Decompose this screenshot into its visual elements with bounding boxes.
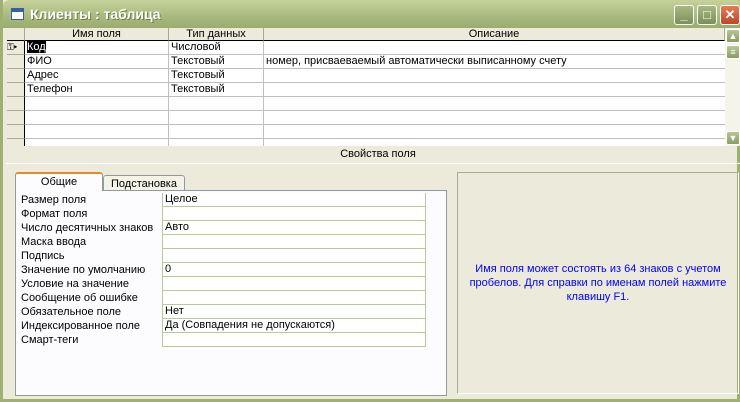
data-type-cell[interactable]: Числовой	[169, 41, 264, 54]
title-bar[interactable]: Клиенты : таблица _ □ ✕	[3, 0, 740, 28]
header-description[interactable]: Описание	[264, 28, 725, 41]
property-label: Значение по умолчанию	[21, 264, 146, 276]
row-selector[interactable]: ⚿▸	[7, 41, 25, 55]
divider	[6, 163, 740, 164]
field-name-cell[interactable]: ФИО	[25, 55, 169, 68]
header-selector	[7, 28, 25, 41]
description-cell[interactable]	[264, 69, 725, 82]
property-value[interactable]: Нет	[162, 305, 426, 319]
property-value[interactable]	[162, 277, 426, 291]
table-row[interactable]	[7, 97, 725, 111]
table-row[interactable]	[7, 111, 725, 125]
field-properties-title: Свойства поля	[340, 148, 416, 160]
scroll-thumb[interactable]: ≡	[726, 45, 740, 59]
row-selector[interactable]	[7, 69, 25, 83]
data-type-cell[interactable]	[169, 125, 264, 138]
field-name-text: ФИО	[27, 55, 52, 67]
property-label: Сообщение об ошибке	[21, 292, 138, 304]
property-label: Индексированное поле	[21, 320, 140, 332]
description-cell[interactable]	[264, 83, 725, 96]
field-name-cell[interactable]: Адрес	[25, 69, 169, 82]
help-text: Имя поля может состоять из 64 знаков с у…	[457, 172, 739, 394]
scroll-down-arrow-icon[interactable]: ▼	[726, 131, 740, 145]
field-name-cell[interactable]	[25, 97, 169, 110]
property-label: Маска ввода	[21, 236, 87, 248]
property-value[interactable]: Целое	[162, 193, 426, 207]
field-name-cell[interactable]	[25, 139, 169, 146]
primary-key-icon: ⚿▸	[7, 42, 18, 52]
property-value[interactable]: Да (Совпадения не допускаются)	[162, 319, 426, 333]
row-selector[interactable]	[7, 125, 25, 139]
close-button[interactable]: ✕	[720, 5, 740, 25]
row-selector[interactable]	[7, 139, 25, 146]
field-name-cell[interactable]: Код	[25, 41, 169, 54]
property-value[interactable]	[162, 333, 426, 347]
data-type-cell[interactable]	[169, 111, 264, 124]
property-label: Смарт-теги	[21, 334, 79, 346]
property-label: Число десятичных знаков	[21, 222, 154, 234]
field-name-text: Телефон	[27, 83, 73, 95]
property-value[interactable]	[162, 291, 426, 305]
row-selector[interactable]	[7, 111, 25, 125]
table-row[interactable]	[7, 139, 725, 146]
data-type-cell[interactable]	[169, 97, 264, 110]
property-label: Обязательное поле	[21, 306, 122, 318]
data-type-cell[interactable]: Текстовый	[169, 55, 264, 68]
table-row[interactable]	[7, 125, 725, 139]
field-name-cell[interactable]	[25, 111, 169, 124]
table-icon	[11, 8, 24, 20]
minimize-button[interactable]: _	[674, 5, 694, 25]
table-row[interactable]: Телефон Текстовый	[7, 83, 725, 97]
header-field-name[interactable]: Имя поля	[25, 28, 169, 41]
property-value[interactable]	[162, 235, 426, 249]
row-selector[interactable]	[7, 55, 25, 69]
data-type-cell[interactable]	[169, 139, 264, 146]
field-name-cell[interactable]	[25, 125, 169, 138]
property-label: Размер поля	[21, 194, 87, 206]
data-type-cell[interactable]: Текстовый	[169, 83, 264, 96]
field-grid: Имя поля Тип данных Описание ⚿▸ Код Число…	[7, 28, 725, 146]
table-row[interactable]: Адрес Текстовый	[7, 69, 725, 83]
property-label: Условие на значение	[21, 278, 130, 290]
vertical-scrollbar[interactable]: ▲ ≡ ▼	[725, 28, 740, 146]
table-row[interactable]: ⚿▸ Код Числовой	[7, 41, 725, 55]
property-label: Подпись	[21, 250, 65, 262]
properties-panel: Размер поля Целое Формат поля Число десят…	[15, 190, 447, 396]
tab-general[interactable]: Общие	[15, 172, 103, 191]
row-selector[interactable]	[7, 97, 25, 111]
maximize-button[interactable]: □	[697, 5, 717, 25]
field-name-text: Адрес	[27, 69, 59, 81]
table-row[interactable]: ФИО Текстовый номер, присваеваемый автом…	[7, 55, 725, 69]
property-value[interactable]: Авто	[162, 221, 426, 235]
property-value[interactable]	[162, 207, 426, 221]
row-selector[interactable]	[7, 83, 25, 97]
header-data-type[interactable]: Тип данных	[169, 28, 264, 41]
table-design-window: Клиенты : таблица _ □ ✕ Имя поля Тип дан…	[0, 0, 740, 402]
field-name-text: Код	[27, 41, 46, 53]
property-value[interactable]: 0	[162, 263, 426, 277]
scroll-up-arrow-icon[interactable]: ▲	[726, 29, 740, 43]
property-label: Формат поля	[21, 208, 88, 220]
field-name-cell[interactable]: Телефон	[25, 83, 169, 96]
property-value[interactable]	[162, 249, 426, 263]
window-title: Клиенты : таблица	[30, 6, 161, 22]
data-type-cell[interactable]: Текстовый	[169, 69, 264, 82]
description-cell[interactable]	[264, 41, 725, 54]
description-cell[interactable]: номер, присваеваемый автоматически выпис…	[264, 55, 725, 68]
